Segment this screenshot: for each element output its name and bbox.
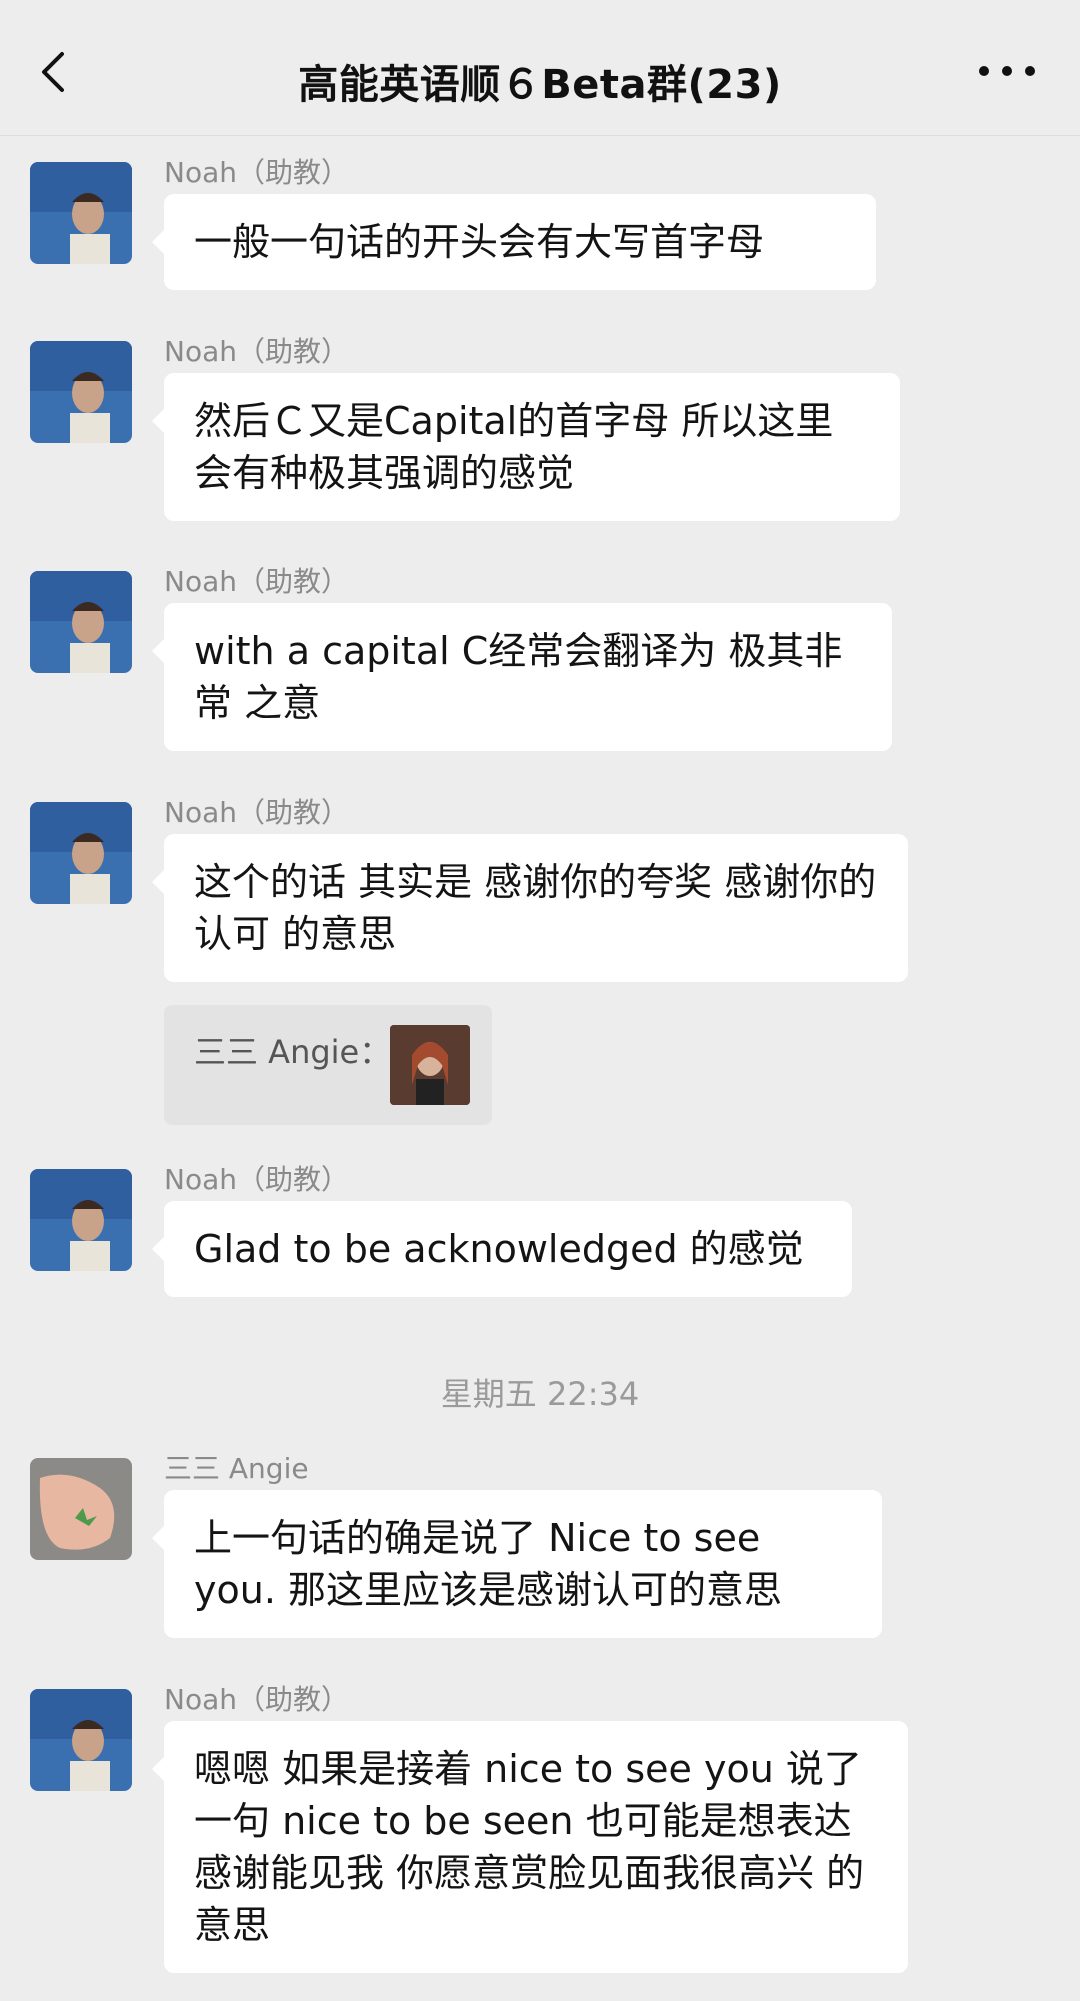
sender-name: Noah（助教）: [164, 156, 349, 189]
avatar-noah[interactable]: [30, 162, 132, 264]
quote-sender-label: 三三 Angie：: [194, 1033, 392, 1071]
avatar-noah[interactable]: [30, 1689, 132, 1791]
more-options-icon[interactable]: [972, 56, 1042, 86]
quote-image-thumbnail[interactable]: [390, 1025, 470, 1105]
avatar-noah[interactable]: [30, 341, 132, 443]
message-list[interactable]: Noah（助教） 一般一句话的开头会有大写首字母 Noah（助教） 然后Ｃ又是C…: [0, 137, 1080, 2001]
message-bubble[interactable]: 这个的话 其实是 感谢你的夸奖 感谢你的认可 的意思: [152, 834, 908, 982]
avatar-noah[interactable]: [30, 571, 132, 673]
message-bubble[interactable]: Glad to be acknowledged 的感觉: [152, 1201, 852, 1297]
chat-header: 高能英语顺６Beta群(23): [0, 0, 1080, 136]
time-divider: 星期五 22:34: [440, 1375, 640, 1413]
sender-name: Noah（助教）: [164, 1683, 349, 1716]
sender-name: Noah（助教）: [164, 565, 349, 598]
avatar-noah[interactable]: [30, 802, 132, 904]
message-bubble[interactable]: with a capital C经常会翻译为 极其非常 之意: [152, 603, 892, 751]
message-bubble[interactable]: 嗯嗯 如果是接着 nice to see you 说了一句 nice to be…: [152, 1721, 908, 1973]
message-bubble[interactable]: 一般一句话的开头会有大写首字母: [152, 194, 876, 290]
avatar-angie[interactable]: [30, 1458, 132, 1560]
sender-name: 三三 Angie: [164, 1452, 309, 1485]
message-bubble[interactable]: 上一句话的确是说了 Nice to see you. 那这里应该是感谢认可的意思: [152, 1490, 882, 1638]
avatar-noah[interactable]: [30, 1169, 132, 1271]
sender-name: Noah（助教）: [164, 1163, 349, 1196]
sender-name: Noah（助教）: [164, 335, 349, 368]
message-bubble[interactable]: 然后Ｃ又是Capital的首字母 所以这里会有种极其强调的感觉: [152, 373, 900, 521]
quoted-message[interactable]: 三三 Angie：: [164, 1005, 492, 1125]
chat-title: 高能英语顺６Beta群(23): [298, 62, 782, 108]
sender-name: Noah（助教）: [164, 796, 349, 829]
